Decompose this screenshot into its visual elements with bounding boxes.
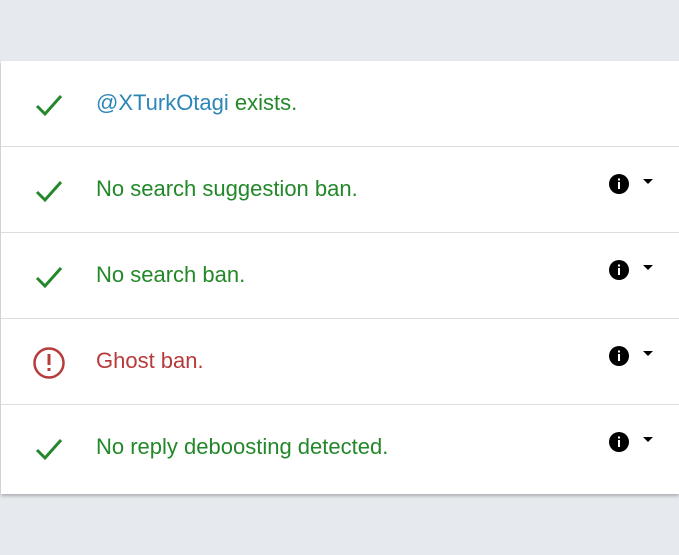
caret-down-icon[interactable] [641, 177, 655, 187]
result-text: @XTurkOtagi exists. [96, 88, 297, 118]
account-handle[interactable]: @XTurkOtagi [96, 90, 229, 115]
caret-down-icon[interactable] [641, 263, 655, 273]
result-row-ghost-ban: Ghost ban. [1, 319, 679, 405]
caret-down-icon[interactable] [641, 349, 655, 359]
info-icon[interactable] [608, 431, 630, 453]
result-label: exists. [228, 90, 298, 115]
caret-down-icon[interactable] [641, 435, 655, 445]
result-label: Ghost ban. [96, 348, 204, 373]
result-row-reply-deboosting: No reply deboosting detected. [1, 405, 679, 491]
alert-circle-icon [33, 347, 65, 379]
info-icon[interactable] [608, 345, 630, 367]
results-card: @XTurkOtagi exists. No search suggestion… [1, 61, 679, 494]
result-label: No search suggestion ban. [96, 176, 358, 201]
info-icon[interactable] [608, 173, 630, 195]
check-icon [35, 95, 63, 117]
result-label: No search ban. [96, 262, 246, 287]
result-row-exists: @XTurkOtagi exists. [1, 61, 679, 147]
info-icon[interactable] [608, 259, 630, 281]
result-row-search-ban: No search ban. [1, 233, 679, 319]
check-icon [35, 439, 63, 461]
result-label: No reply deboosting detected. [96, 434, 389, 459]
check-icon [35, 267, 63, 289]
result-row-search-suggestion-ban: No search suggestion ban. [1, 147, 679, 233]
check-icon [35, 181, 63, 203]
